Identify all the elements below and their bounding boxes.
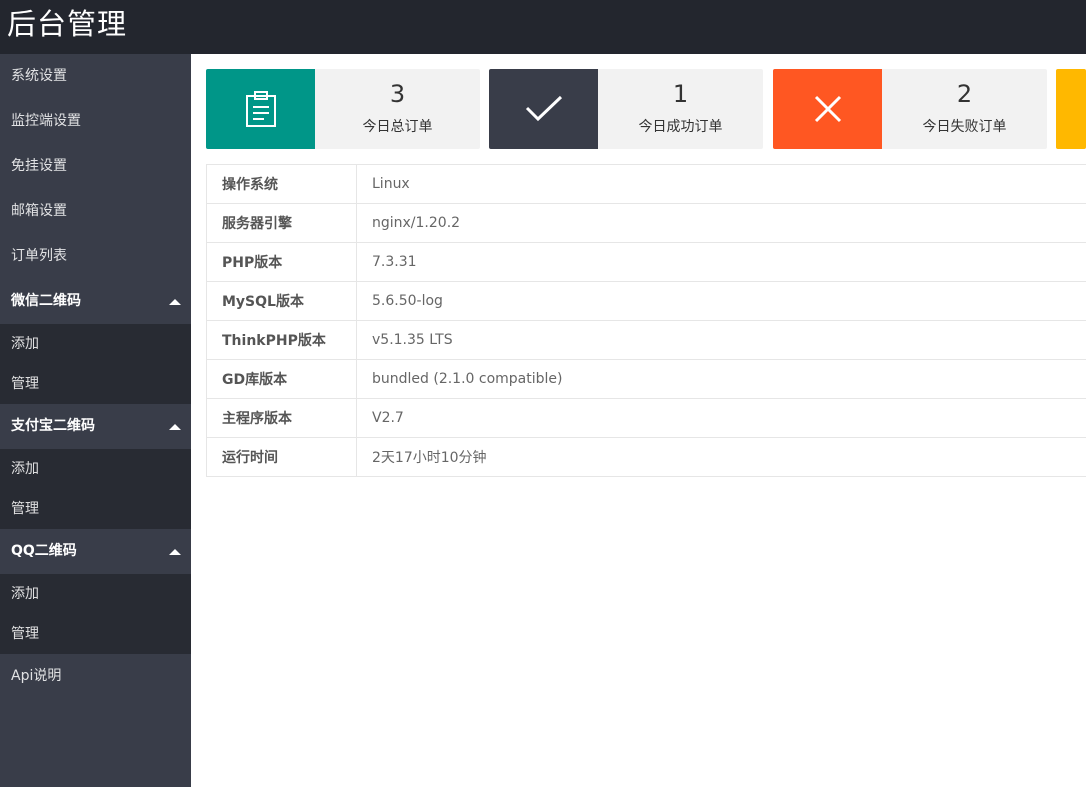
sidebar-item-alipay-add[interactable]: 添加 bbox=[0, 449, 191, 489]
sidebar-item-qq-add[interactable]: 添加 bbox=[0, 574, 191, 614]
stat-value: 2 bbox=[956, 80, 973, 108]
caret-up-icon bbox=[169, 424, 181, 430]
sidebar-item-order-list[interactable]: 订单列表 bbox=[0, 234, 191, 279]
sidebar-group-qq-children: 添加 管理 bbox=[0, 574, 191, 654]
top-header: 后台管理 bbox=[0, 0, 1086, 54]
stat-card-icon-box bbox=[489, 69, 598, 149]
stat-label: 今日总订单 bbox=[362, 119, 433, 135]
info-key: 服务器引擎 bbox=[206, 203, 357, 243]
system-info-table: 操作系统 Linux 服务器引擎 nginx/1.20.2 PHP版本 7.3.31 MyS… bbox=[206, 164, 1086, 477]
sidebar-group-alipay-children: 添加 管理 bbox=[0, 449, 191, 529]
sidebar-item-monitor-settings[interactable]: 监控端设置 bbox=[0, 99, 191, 144]
info-value: Linux bbox=[356, 164, 1086, 204]
table-row: 主程序版本 V2.7 bbox=[206, 398, 1086, 438]
sidebar-nav: 系统设置 监控端设置 免挂设置 邮箱设置 订单列表 微信二维码 添加 管理 支付… bbox=[0, 54, 191, 787]
stat-card-failed-orders: 2 今日失败订单 bbox=[773, 69, 1047, 149]
info-key: PHP版本 bbox=[206, 242, 357, 282]
sidebar-item-api-docs[interactable]: Api说明 bbox=[0, 654, 191, 698]
table-row: 服务器引擎 nginx/1.20.2 bbox=[206, 203, 1086, 243]
sidebar-group-alipay-qrcode[interactable]: 支付宝二维码 bbox=[0, 404, 191, 449]
stat-card-total-orders: 3 今日总订单 bbox=[206, 69, 480, 149]
sidebar-item-email-settings[interactable]: 邮箱设置 bbox=[0, 189, 191, 234]
info-key: MySQL版本 bbox=[206, 281, 357, 321]
stat-label: 今日成功订单 bbox=[638, 119, 723, 135]
close-icon bbox=[814, 95, 841, 123]
sidebar-group-wechat-children: 添加 管理 bbox=[0, 324, 191, 404]
stat-card-icon-box bbox=[206, 69, 315, 149]
stat-card-icon-box bbox=[1056, 69, 1086, 149]
info-value: 5.6.50-log bbox=[356, 281, 1086, 321]
table-row: MySQL版本 5.6.50-log bbox=[206, 281, 1086, 321]
info-value: nginx/1.20.2 bbox=[356, 203, 1086, 243]
sidebar-group-wechat-qrcode[interactable]: 微信二维码 bbox=[0, 279, 191, 324]
info-value: v5.1.35 LTS bbox=[356, 320, 1086, 360]
info-value: 2天17小时10分钟 bbox=[356, 437, 1086, 477]
stat-card-partial bbox=[1056, 69, 1086, 149]
table-row: ThinkPHP版本 v5.1.35 LTS bbox=[206, 320, 1086, 360]
info-key: GD库版本 bbox=[206, 359, 357, 399]
sidebar-group-label: QQ二维码 bbox=[11, 543, 77, 559]
sidebar-group-label: 微信二维码 bbox=[11, 293, 81, 309]
sidebar-item-wechat-add[interactable]: 添加 bbox=[0, 324, 191, 364]
app-title: 后台管理 bbox=[7, 7, 128, 41]
table-row: GD库版本 bundled (2.1.0 compatible) bbox=[206, 359, 1086, 399]
stat-card-success-orders: 1 今日成功订单 bbox=[489, 69, 763, 149]
info-value: V2.7 bbox=[356, 398, 1086, 438]
info-value: bundled (2.1.0 compatible) bbox=[356, 359, 1086, 399]
info-key: ThinkPHP版本 bbox=[206, 320, 357, 360]
clipboard-icon bbox=[245, 91, 276, 127]
table-row: 运行时间 2天17小时10分钟 bbox=[206, 437, 1086, 477]
sidebar-item-free-hang-settings[interactable]: 免挂设置 bbox=[0, 144, 191, 189]
main-content: 3 今日总订单 1 今日成功订单 2 今日失败订单 操作系统 Linux 服务器引擎… bbox=[191, 54, 1086, 787]
info-key: 运行时间 bbox=[206, 437, 357, 477]
info-key: 主程序版本 bbox=[206, 398, 357, 438]
info-value: 7.3.31 bbox=[356, 242, 1086, 282]
sidebar-group-label: 支付宝二维码 bbox=[11, 418, 95, 434]
table-row: 操作系统 Linux bbox=[206, 164, 1086, 204]
check-icon bbox=[525, 95, 562, 122]
table-row: PHP版本 7.3.31 bbox=[206, 242, 1086, 282]
sidebar-item-system-settings[interactable]: 系统设置 bbox=[0, 54, 191, 99]
stat-card-icon-box bbox=[773, 69, 882, 149]
sidebar-item-alipay-manage[interactable]: 管理 bbox=[0, 489, 191, 529]
stat-label: 今日失败订单 bbox=[922, 119, 1007, 135]
sidebar-item-qq-manage[interactable]: 管理 bbox=[0, 614, 191, 654]
caret-up-icon bbox=[169, 299, 181, 305]
info-key: 操作系统 bbox=[206, 164, 357, 204]
sidebar-group-qq-qrcode[interactable]: QQ二维码 bbox=[0, 529, 191, 574]
sidebar-item-wechat-manage[interactable]: 管理 bbox=[0, 364, 191, 404]
caret-up-icon bbox=[169, 549, 181, 555]
stat-value: 3 bbox=[389, 80, 406, 108]
stat-value: 1 bbox=[672, 80, 689, 108]
